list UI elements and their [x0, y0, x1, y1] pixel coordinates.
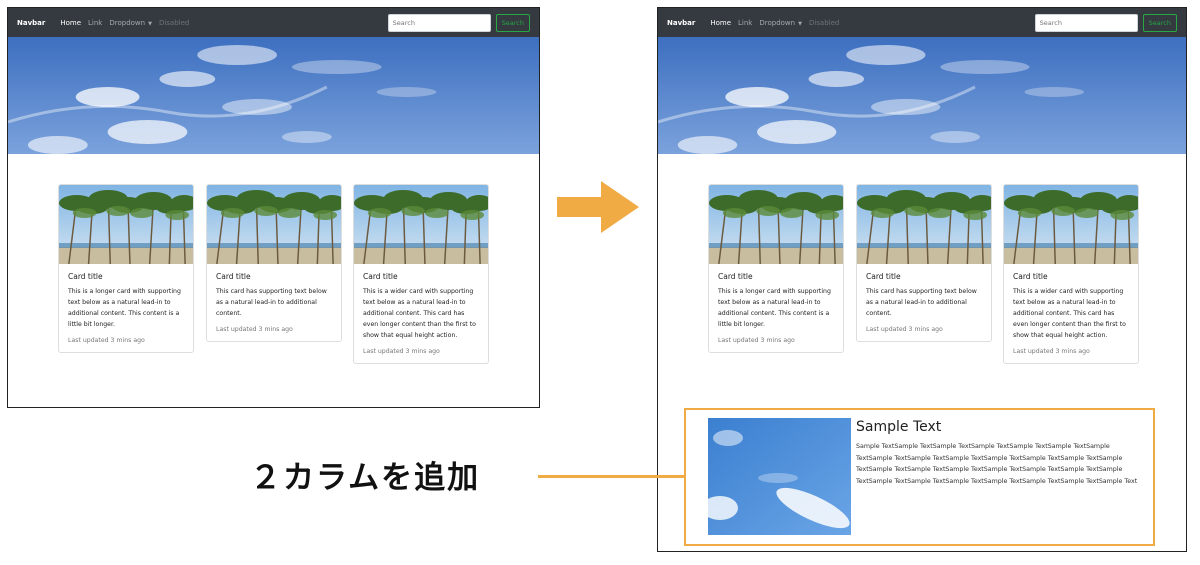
navbar: Navbar Home Link Dropdown ▼ Disabled Sear… — [8, 8, 539, 37]
hero-image — [8, 37, 539, 154]
nav-link-disabled: Disabled — [808, 18, 840, 27]
card-image — [59, 185, 193, 264]
card: Card title This card has supporting text… — [206, 184, 342, 342]
hero-image — [658, 37, 1186, 154]
card-title: Card title — [68, 272, 103, 281]
nav-link-link[interactable]: Link — [88, 19, 102, 27]
card: Card title This is a wider card with sup… — [1003, 184, 1139, 364]
navbar-brand[interactable]: Navbar — [667, 19, 695, 27]
card-title: Card title — [866, 272, 901, 281]
callout-leader-line — [538, 475, 684, 478]
navbar: Navbar Home Link Dropdown ▼ Disabled Sear… — [658, 8, 1186, 37]
card-text: This is a longer card with supporting te… — [718, 288, 831, 328]
arrow-right-icon — [557, 181, 639, 233]
card-text: This card has supporting text below as a… — [866, 288, 977, 317]
search-input[interactable] — [1034, 13, 1138, 32]
card: Card title This is a longer card with su… — [708, 184, 844, 353]
card-updated: Last updated 3 mins ago — [718, 337, 795, 344]
navbar-brand[interactable]: Navbar — [17, 19, 45, 27]
card-updated: Last updated 3 mins ago — [68, 337, 145, 344]
card-updated: Last updated 3 mins ago — [866, 326, 943, 333]
nav-link-disabled: Disabled — [158, 18, 190, 27]
nav-link-link[interactable]: Link — [738, 19, 752, 27]
card-text: This is a longer card with supporting te… — [68, 288, 181, 328]
card-title: Card title — [363, 272, 398, 281]
card-updated: Last updated 3 mins ago — [363, 348, 440, 355]
caret-down-icon: ▼ — [148, 20, 152, 27]
nav-link-dropdown[interactable]: Dropdown ▼ — [109, 19, 152, 27]
search-button[interactable]: Search — [1142, 13, 1177, 32]
nav-dropdown-label: Dropdown — [759, 18, 796, 27]
card-text: This is a wider card with supporting tex… — [1013, 288, 1126, 339]
search-input[interactable] — [387, 13, 491, 32]
nav-dropdown-label: Dropdown — [109, 18, 146, 27]
card: Card title This is a wider card with sup… — [353, 184, 489, 364]
card: Card title This is a longer card with su… — [58, 184, 194, 353]
card-updated: Last updated 3 mins ago — [1013, 348, 1090, 355]
card: Card title This card has supporting text… — [856, 184, 992, 342]
search-button[interactable]: Search — [495, 13, 530, 32]
card-image — [354, 185, 488, 264]
callout-label: ２カラムを追加 — [250, 460, 481, 496]
card-image — [207, 185, 341, 264]
two-column-text: Sample TextSample TextSample TextSample … — [856, 443, 1138, 485]
card-updated: Last updated 3 mins ago — [216, 326, 293, 333]
card-image — [1004, 185, 1138, 264]
before-screenshot: Navbar Home Link Dropdown ▼ Disabled Sear… — [7, 7, 540, 408]
card-title: Card title — [1013, 272, 1048, 281]
nav-link-home[interactable]: Home — [710, 19, 731, 27]
nav-link-home[interactable]: Home — [60, 19, 81, 27]
card-text: This is a wider card with supporting tex… — [363, 288, 476, 339]
nav-link-dropdown[interactable]: Dropdown ▼ — [759, 19, 802, 27]
card-text: This card has supporting text below as a… — [216, 288, 327, 317]
sky-image — [708, 418, 851, 535]
card-image — [857, 185, 991, 264]
two-column-heading: Sample Text — [856, 419, 942, 435]
two-column-section: Sample Text Sample TextSample TextSample… — [684, 408, 1155, 546]
card-title: Card title — [718, 272, 753, 281]
caret-down-icon: ▼ — [798, 20, 802, 27]
card-title: Card title — [216, 272, 251, 281]
card-image — [709, 185, 843, 264]
